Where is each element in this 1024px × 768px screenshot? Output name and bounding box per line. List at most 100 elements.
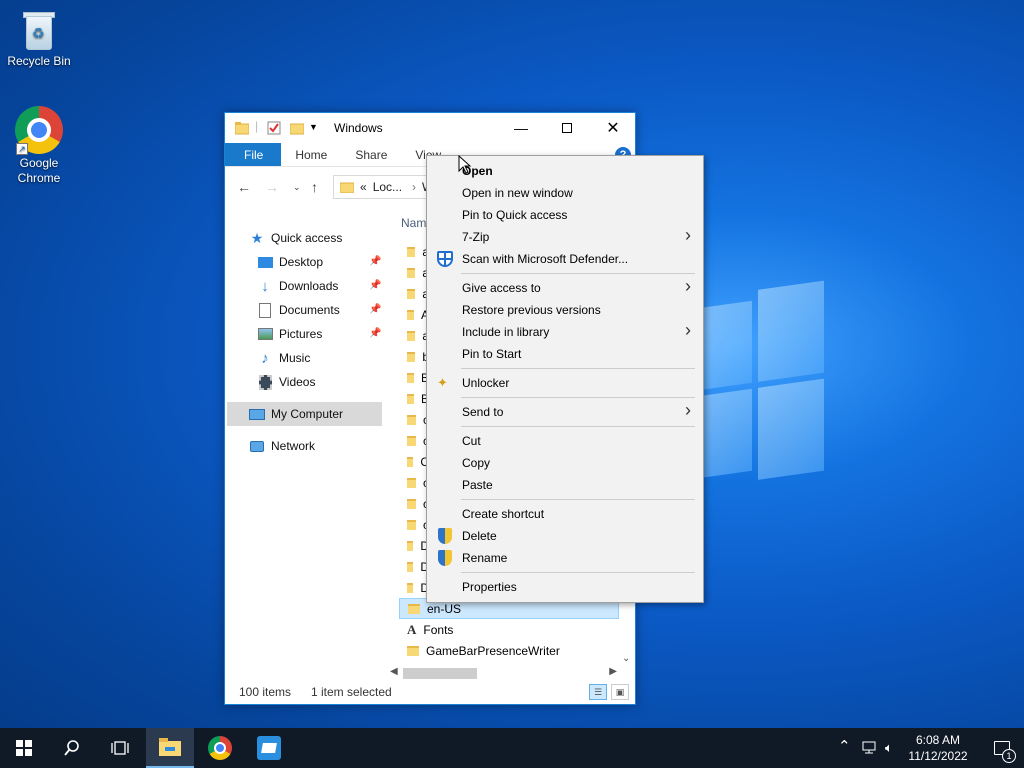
window-title: Windows — [334, 121, 383, 135]
breadcrumb-chevron-icon[interactable]: › — [412, 180, 416, 194]
menu-item-pin-to-start[interactable]: Pin to Start — [429, 343, 701, 365]
nav-music[interactable]: ♪ Music — [257, 347, 310, 369]
pin-icon: 📌 — [369, 328, 382, 339]
folder-row[interactable]: c — [399, 514, 429, 535]
scroll-left-icon[interactable]: ◀ — [390, 666, 398, 677]
recycle-bin-icon: ♻ — [20, 8, 58, 52]
videos-icon — [257, 374, 273, 390]
folder-row[interactable]: a — [399, 283, 429, 304]
taskbar-chrome[interactable] — [196, 728, 244, 768]
up-icon[interactable]: ↑ — [311, 179, 318, 195]
menu-item-include-in-library[interactable]: Include in library › — [429, 320, 701, 343]
folder-row[interactable]: D — [399, 556, 429, 577]
folder-icon — [408, 603, 420, 614]
task-view-button[interactable] — [96, 728, 144, 768]
nav-downloads[interactable]: ↓ Downloads — [257, 275, 338, 297]
large-icons-view-icon[interactable]: ▣ — [611, 684, 629, 700]
menu-separator — [461, 397, 695, 398]
folder-row[interactable]: a — [399, 262, 429, 283]
minimize-button[interactable]: — — [498, 113, 544, 143]
forward-icon[interactable]: → — [265, 179, 279, 195]
folder-row[interactable]: B — [399, 388, 429, 409]
menu-item-pin-to-quick-access[interactable]: Pin to Quick access — [429, 204, 701, 226]
menu-item-send-to[interactable]: Send to › — [429, 400, 701, 423]
show-hidden-icons-chevron-icon[interactable]: ⌃ — [838, 737, 851, 755]
folder-row[interactable]: a — [399, 325, 429, 346]
customize-toolbar-dropdown-icon[interactable]: ▼ — [309, 122, 318, 132]
nav-pictures[interactable]: Pictures — [257, 323, 322, 345]
volume-icon[interactable]: 🔈︎ — [885, 740, 893, 756]
folder-row[interactable]: c — [399, 409, 429, 430]
desktop-icon-recycle-bin[interactable]: ♻ Recycle Bin — [1, 8, 77, 69]
details-view-icon[interactable]: ☰ — [589, 684, 607, 700]
desktop-icon-google-chrome[interactable]: ↗ Google Chrome — [1, 106, 77, 186]
menu-item-label: Give access to — [462, 281, 541, 295]
breadcrumb-overflow[interactable]: « — [360, 180, 367, 194]
search-button[interactable] — [48, 728, 96, 768]
menu-item-7-zip[interactable]: 7-Zip › — [429, 225, 701, 248]
folder-row[interactable]: A — [399, 304, 429, 325]
status-bar: 100 items 1 item selected ☰ ▣ — [225, 680, 635, 704]
breadcrumb-local-disk[interactable]: Loc... — [373, 180, 402, 194]
menu-item-rename[interactable]: Rename — [429, 547, 701, 569]
menu-item-label: Restore previous versions — [462, 303, 601, 317]
recent-locations-icon[interactable]: ⌄ — [293, 182, 301, 193]
tab-share[interactable]: Share — [341, 143, 401, 166]
folder-row[interactable]: D — [399, 535, 429, 556]
file-row-gamebarpresencewriter[interactable]: GameBarPresenceWriter — [399, 640, 619, 661]
taskbar-file-explorer[interactable] — [146, 728, 194, 768]
nav-desktop[interactable]: Desktop — [257, 251, 323, 273]
nav-videos[interactable]: Videos — [257, 371, 315, 393]
menu-item-give-access-to[interactable]: Give access to › — [429, 276, 701, 299]
nav-label: Downloads — [279, 279, 339, 293]
title-bar[interactable]: | ▼ Windows — ✕ — [225, 113, 635, 143]
new-folder-icon[interactable] — [289, 121, 305, 138]
nav-network[interactable]: Network — [249, 435, 315, 457]
nav-quick-access[interactable]: ★ Quick access — [249, 227, 343, 249]
menu-item-properties[interactable]: Properties — [429, 576, 701, 598]
action-center-button[interactable]: 1 — [980, 728, 1024, 768]
menu-item-unlocker[interactable]: ✦ Unlocker — [429, 372, 701, 394]
column-header-name[interactable]: Nam — [401, 216, 426, 230]
close-button[interactable]: ✕ — [590, 113, 636, 143]
folder-row[interactable]: B — [399, 367, 429, 388]
nav-my-computer[interactable]: My Computer — [249, 403, 343, 425]
menu-item-delete[interactable]: Delete — [429, 525, 701, 547]
menu-item-scan-with-microsoft-defender[interactable]: Scan with Microsoft Defender... — [429, 248, 701, 270]
folder-row[interactable]: c — [399, 430, 429, 451]
properties-icon[interactable] — [267, 121, 281, 138]
desktop-icon-label: Google Chrome — [17, 156, 61, 185]
folder-row[interactable]: a — [399, 241, 429, 262]
menu-item-label: Cut — [462, 434, 481, 448]
network-tray-icon[interactable] — [862, 740, 878, 757]
menu-item-label: Create shortcut — [462, 507, 545, 521]
notification-count: 1 — [1002, 749, 1016, 763]
nav-documents[interactable]: Documents — [257, 299, 340, 321]
uac-shield-icon — [437, 550, 453, 566]
folder-row[interactable]: b — [399, 346, 429, 367]
system-clock[interactable]: 6:08 AM 11/12/2022 — [906, 732, 970, 764]
back-icon[interactable]: ← — [237, 179, 251, 195]
menu-item-paste[interactable]: Paste — [429, 474, 701, 496]
taskbar-app[interactable] — [245, 728, 293, 768]
folder-row[interactable]: c — [399, 493, 429, 514]
horizontal-scroll-thumb[interactable] — [403, 668, 477, 679]
menu-item-label: Scan with Microsoft Defender... — [462, 252, 629, 266]
scroll-down-icon[interactable]: ⌄ — [622, 653, 630, 664]
file-row-fonts[interactable]: A Fonts — [399, 619, 619, 640]
folder-icon — [407, 393, 414, 404]
menu-item-create-shortcut[interactable]: Create shortcut — [429, 503, 701, 525]
network-icon — [249, 438, 265, 454]
tab-file[interactable]: File — [225, 143, 282, 166]
menu-item-restore-previous-versions[interactable]: Restore previous versions — [429, 299, 701, 321]
scroll-right-icon[interactable]: ▶ — [609, 666, 617, 677]
folder-row[interactable]: C — [399, 451, 429, 472]
folder-row[interactable]: c — [399, 472, 429, 493]
start-button[interactable] — [0, 728, 48, 768]
menu-item-copy[interactable]: Copy — [429, 452, 701, 474]
menu-item-cut[interactable]: Cut — [429, 430, 701, 452]
maximize-button[interactable] — [544, 113, 590, 143]
menu-item-open-in-new-window[interactable]: Open in new window — [429, 182, 701, 204]
tab-home[interactable]: Home — [281, 143, 341, 166]
folder-row[interactable]: D — [399, 577, 429, 598]
